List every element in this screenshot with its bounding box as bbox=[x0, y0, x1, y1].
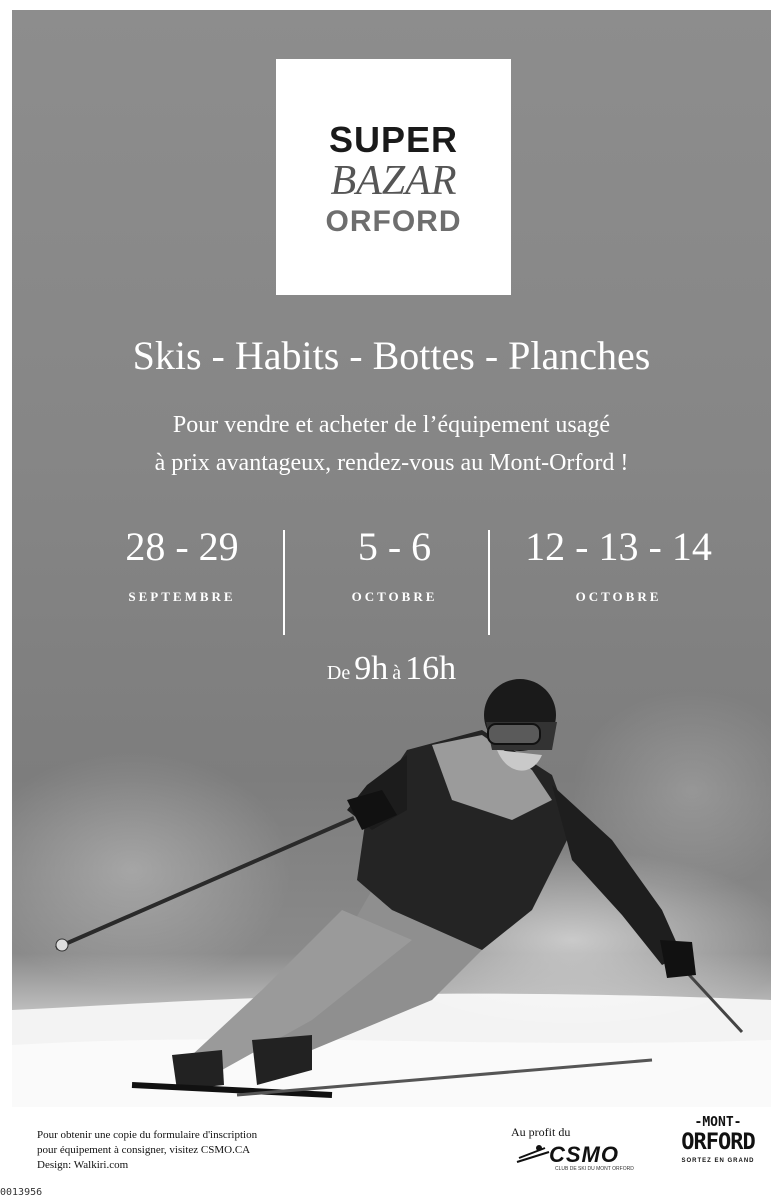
intro-line-2: à prix avantageux, rendez-vous au Mont-O… bbox=[154, 450, 629, 476]
mont-tagline: SORTEZ EN GRAND bbox=[681, 1158, 755, 1164]
logo-bazar: BAZAR bbox=[330, 158, 457, 204]
skier-mark-icon bbox=[516, 1145, 550, 1163]
footer-line-1: Pour obtenir une copie du formulaire d'i… bbox=[37, 1129, 258, 1141]
super-bazar-logo: SUPER BAZAR ORFORD bbox=[276, 59, 511, 295]
date-days: 5 - 6 bbox=[357, 524, 432, 569]
intro-line-1: Pour vendre et acheter de l’équipement u… bbox=[172, 412, 611, 438]
hours-end: 16h bbox=[405, 650, 457, 687]
date-block-2: 5 - 6 OCTOBRE bbox=[312, 525, 477, 605]
logo-super: SUPER bbox=[328, 119, 459, 160]
date-month: OCTOBRE bbox=[351, 589, 438, 604]
mont-orford-logo: -MONT- ORFORD SORTEZ EN GRAND bbox=[677, 1115, 759, 1185]
csmo-name: CSMO bbox=[549, 1142, 619, 1167]
hours-prefix: De bbox=[326, 662, 351, 684]
document-code: 0013956 bbox=[0, 1187, 43, 1198]
date-days: 12 - 13 - 14 bbox=[525, 524, 712, 569]
footer-line-3: Design: Walkiri.com bbox=[37, 1159, 129, 1171]
footer-line-2: pour équipement à consigner, visitez CSM… bbox=[37, 1144, 251, 1156]
date-block-3: 12 - 13 - 14 OCTOBRE bbox=[506, 525, 731, 605]
hours-start: 9h bbox=[354, 650, 389, 687]
poster: SUPER BAZAR ORFORD Skis - Habits - Botte… bbox=[12, 10, 771, 1107]
csmo-subtitle: CLUB DE SKI DU MONT ORFORD bbox=[555, 1166, 634, 1172]
date-days: 28 - 29 bbox=[125, 524, 239, 569]
date-month: SEPTEMBRE bbox=[128, 589, 236, 604]
profit-label: Au profit du bbox=[511, 1125, 571, 1139]
mont-name: ORFORD bbox=[681, 1130, 755, 1155]
opening-hours: De 9h à 16h bbox=[12, 650, 771, 688]
date-divider bbox=[488, 530, 490, 635]
date-month: OCTOBRE bbox=[575, 589, 662, 604]
hours-mid: à bbox=[392, 662, 402, 684]
date-divider bbox=[283, 530, 285, 635]
mont-top: -MONT- bbox=[694, 1115, 742, 1130]
date-block-1: 28 - 29 SEPTEMBRE bbox=[92, 525, 272, 605]
csmo-logo: CSMO CLUB DE SKI DU MONT ORFORD bbox=[515, 1142, 650, 1172]
footer-info: Pour obtenir une copie du formulaire d'i… bbox=[37, 1128, 257, 1173]
logo-orford: ORFORD bbox=[325, 205, 462, 238]
headline: Skis - Habits - Bottes - Planches bbox=[132, 333, 651, 378]
dates-row: 28 - 29 SEPTEMBRE 5 - 6 OCTOBRE 12 - 13 … bbox=[12, 525, 771, 635]
